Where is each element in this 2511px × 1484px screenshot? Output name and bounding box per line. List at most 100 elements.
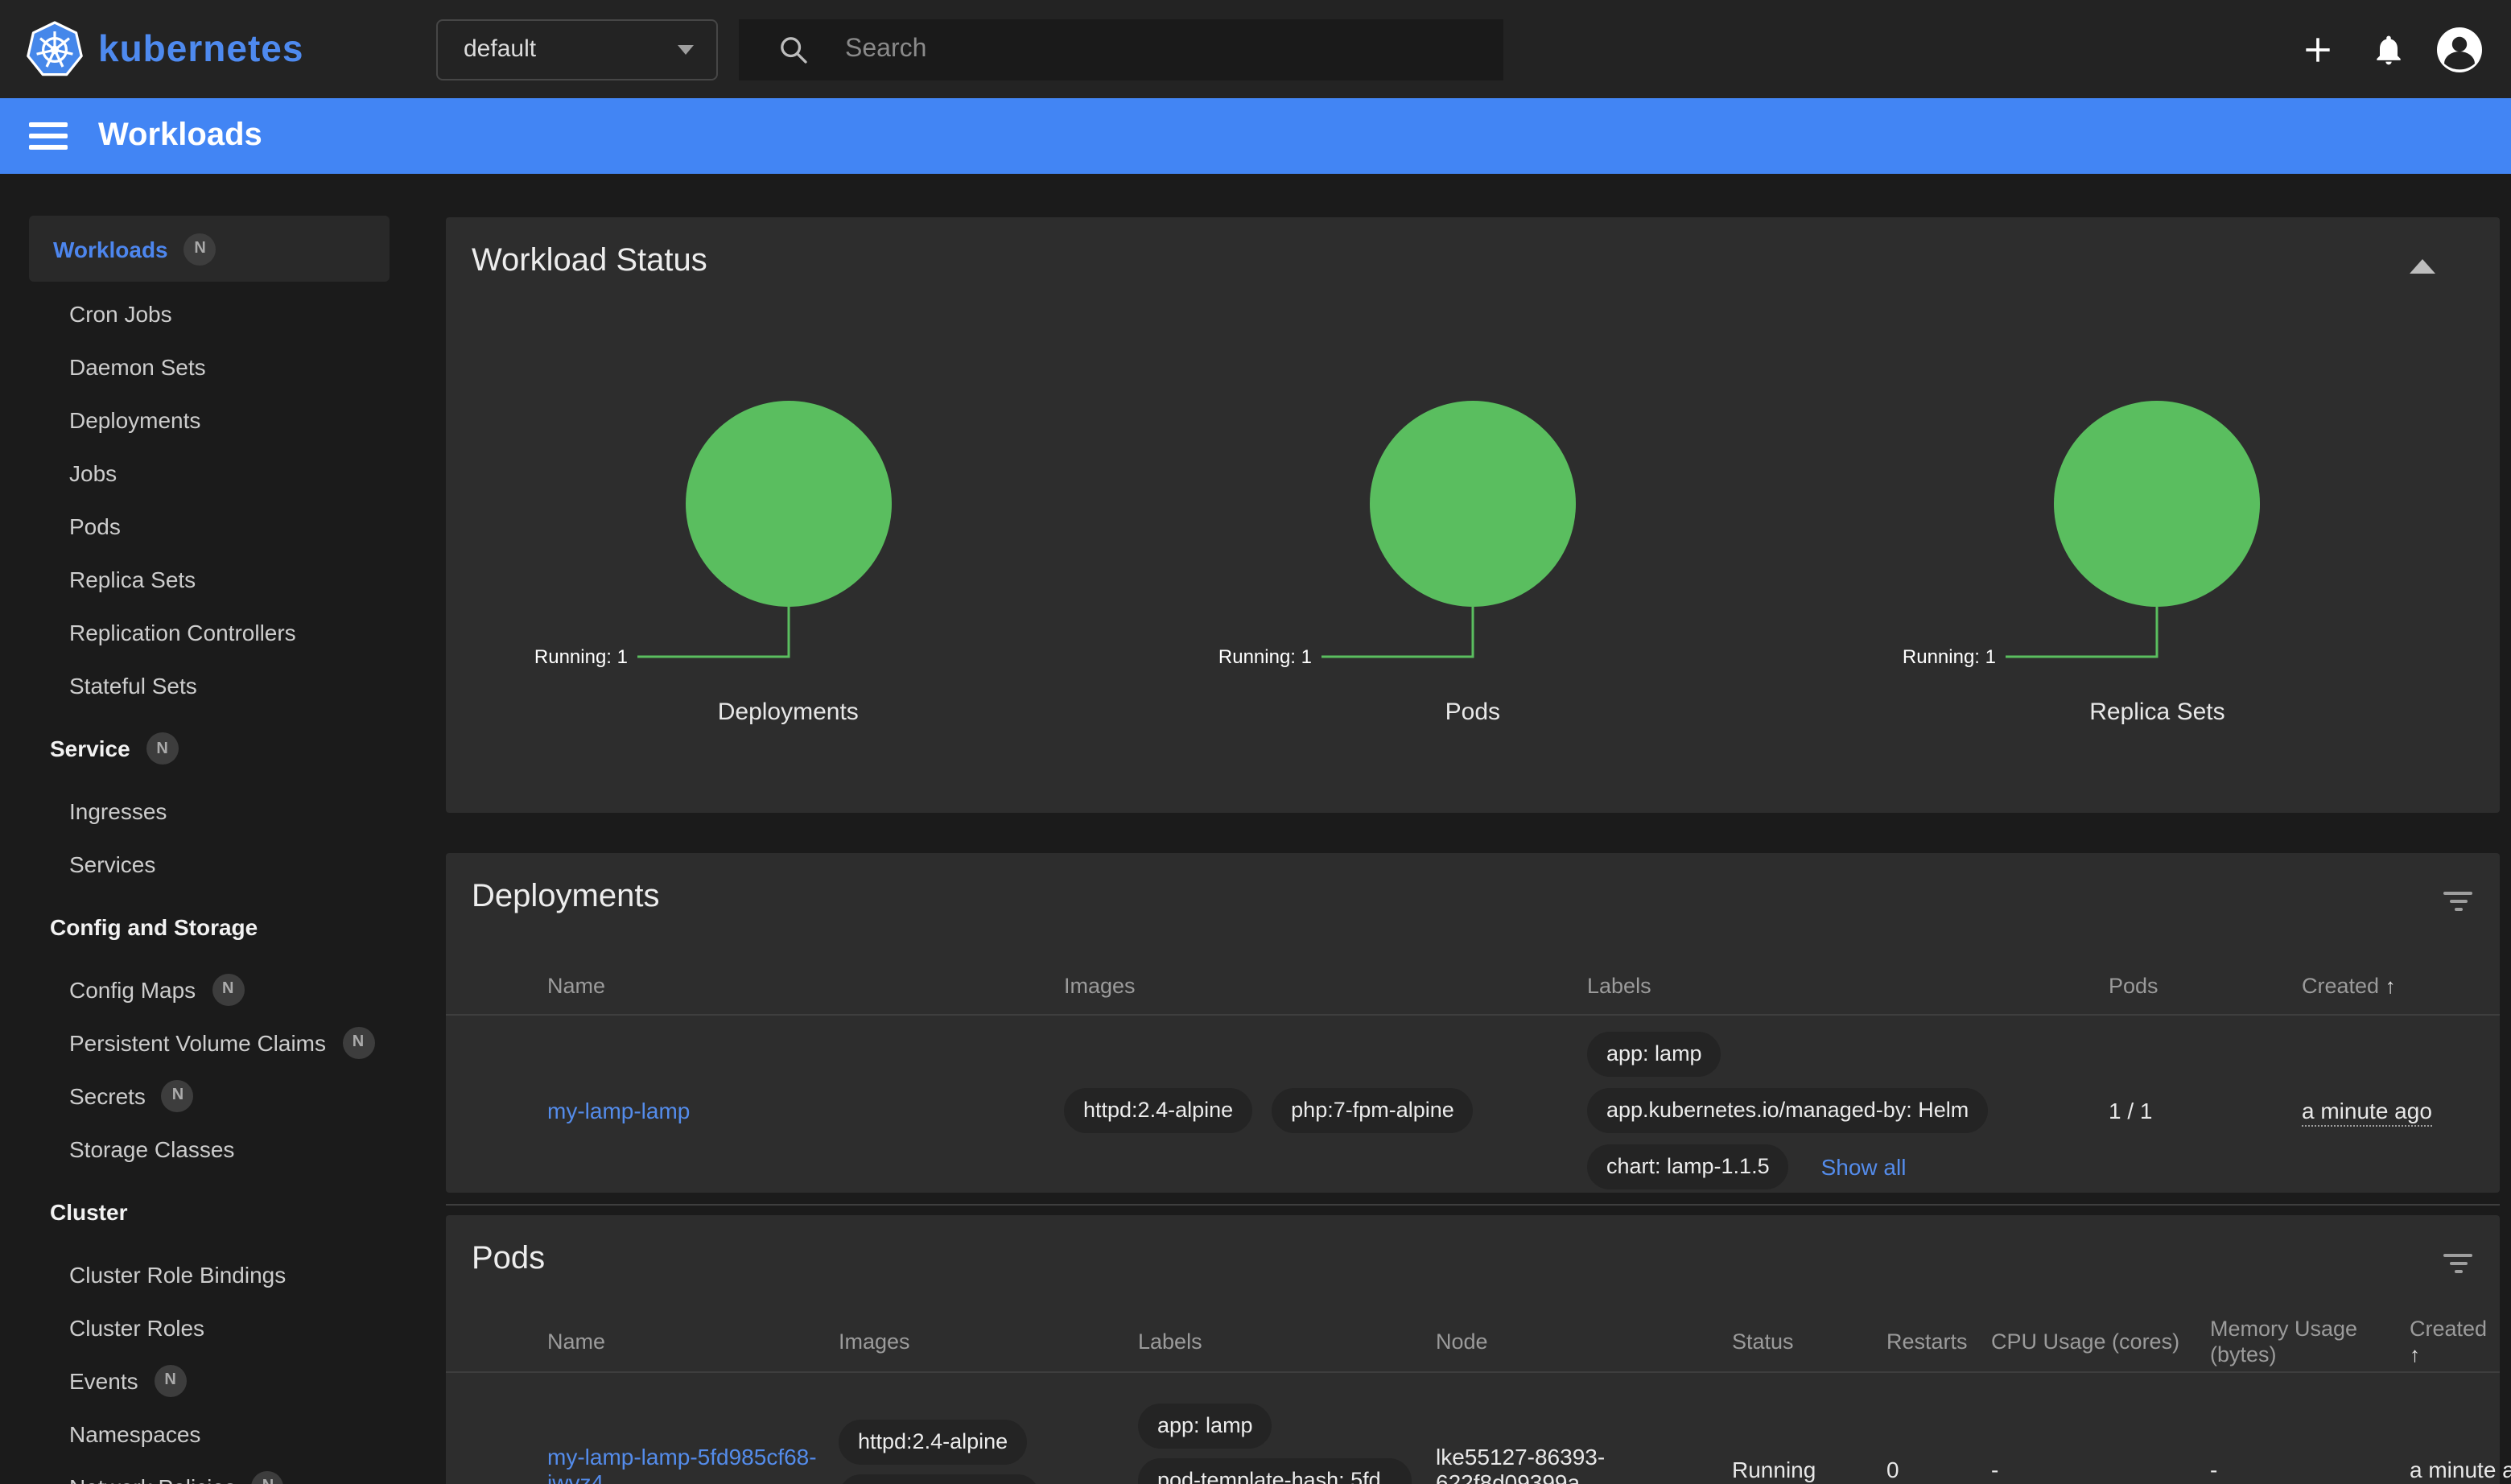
sidebar-item-stateful-sets[interactable]: Stateful Sets — [0, 658, 418, 711]
label-chip: app.kubernetes.io/managed-by: Helm — [1587, 1087, 1988, 1132]
search-bar — [739, 19, 1503, 80]
namespaced-badge: N — [252, 1470, 284, 1484]
namespace-value: default — [438, 35, 678, 63]
sidebar-item-config-maps[interactable]: Config Maps N — [0, 963, 418, 1016]
sidebar-item-daemon-sets[interactable]: Daemon Sets — [0, 340, 418, 393]
column-labels: Labels — [1138, 1329, 1436, 1354]
created-cell: a minute ago — [2410, 1457, 2474, 1482]
sidebar-item-jobs[interactable]: Jobs — [0, 446, 418, 499]
filter-icon[interactable] — [2442, 888, 2474, 914]
column-cpu-usage: CPU Usage (cores) — [1991, 1329, 2210, 1354]
namespaced-badge: N — [342, 1026, 374, 1058]
deployment-link[interactable]: my-lamp-lamp — [547, 1097, 690, 1123]
kubernetes-dashboard: kubernetes default — [0, 0, 2511, 1484]
sort-asc-icon: ↑ — [2410, 1342, 2420, 1366]
label-chip: app: lamp — [1138, 1404, 1272, 1449]
column-created[interactable]: Created ↑ — [2302, 973, 2474, 999]
sidebar-item-replica-sets[interactable]: Replica Sets — [0, 552, 418, 605]
workload-status-card: Workload Status Running: 1 Deployments — [446, 217, 2500, 813]
logo[interactable]: kubernetes — [0, 20, 418, 78]
column-pods: Pods — [2109, 973, 2302, 999]
sidebar-item-workloads[interactable]: Workloads N — [29, 216, 390, 282]
sidebar-nav: Workloads N Cron Jobs Daemon Sets Deploy… — [0, 174, 418, 1484]
sidebar-item-secrets[interactable]: Secrets N — [0, 1069, 418, 1122]
pods-cell: 1 / 1 — [2109, 1097, 2302, 1123]
sidebar-item-replication-controllers[interactable]: Replication Controllers — [0, 605, 418, 658]
namespaced-badge: N — [212, 973, 244, 1005]
menu-icon[interactable] — [29, 116, 68, 156]
column-name[interactable]: Name — [547, 1329, 839, 1354]
restarts-cell: 0 — [1886, 1457, 1991, 1482]
deployments-card-title: Deployments — [446, 853, 2500, 916]
pods-card: Pods Name Images Labels Node Status Rest… — [446, 1215, 2500, 1484]
namespace-selector[interactable]: default — [436, 19, 718, 80]
pie-slice-running — [1370, 401, 1576, 607]
pie-slice-running — [685, 401, 891, 607]
sidebar-section-cluster[interactable]: Cluster — [0, 1180, 418, 1244]
create-resource-button[interactable] — [2282, 14, 2353, 85]
sidebar-item-cron-jobs[interactable]: Cron Jobs — [0, 286, 418, 340]
sidebar-section-config-and-storage[interactable]: Config and Storage — [0, 895, 418, 959]
table-row: my-lamp-lamp httpd:2.4-alpine php:7-fpm-… — [446, 1016, 2500, 1206]
sidebar-item-namespaces[interactable]: Namespaces — [0, 1407, 418, 1460]
sidebar-item-deployments[interactable]: Deployments — [0, 393, 418, 446]
labels-cell: app: lamp app.kubernetes.io/managed-by: … — [1587, 1031, 2109, 1189]
filter-icon[interactable] — [2442, 1251, 2474, 1276]
chevron-down-icon — [678, 44, 694, 54]
column-images: Images — [1064, 973, 1587, 999]
column-created[interactable]: Created ↑ — [2410, 1316, 2500, 1367]
chevron-up-icon — [2410, 258, 2435, 273]
sidebar-item-services[interactable]: Services — [0, 837, 418, 890]
namespaced-badge: N — [146, 732, 179, 765]
user-menu-button[interactable] — [2424, 14, 2495, 85]
sidebar-item-cluster-roles[interactable]: Cluster Roles — [0, 1301, 418, 1354]
sidebar-item-events[interactable]: Events N — [0, 1354, 418, 1407]
pods-table-header: Name Images Labels Node Status Restarts … — [446, 1312, 2500, 1373]
page-title: Workloads — [98, 117, 262, 155]
label-chip: pod-template-hash: 5fd985cf68 — [1138, 1458, 1412, 1484]
sidebar-item-network-policies[interactable]: Network Policies N — [0, 1460, 418, 1484]
collapse-card-button[interactable] — [2410, 256, 2435, 275]
images-cell: httpd:2.4-alpine php:7-fpm-alpine — [839, 1420, 1138, 1484]
plus-icon — [2300, 31, 2336, 67]
sidebar-item-cluster-role-bindings[interactable]: Cluster Role Bindings — [0, 1247, 418, 1301]
pie-label: Running: 1 — [534, 646, 627, 668]
namespaced-badge: N — [155, 1364, 187, 1396]
search-input[interactable] — [842, 33, 1503, 65]
bell-icon — [2371, 31, 2406, 67]
logo-wordmark: kubernetes — [98, 27, 303, 71]
pie-label: Running: 1 — [1218, 646, 1312, 668]
sort-asc-icon: ↑ — [2385, 973, 2396, 997]
deployments-card: Deployments Name Images Labels Pods Crea… — [446, 853, 2500, 1193]
account-avatar-icon — [2435, 25, 2484, 73]
created-cell: a minute ago — [2302, 1097, 2474, 1123]
memory-usage-cell: - — [2210, 1457, 2410, 1482]
sidebar-item-service[interactable]: Service N — [0, 716, 418, 781]
header-actions — [2282, 14, 2495, 85]
leader-line — [1321, 607, 1473, 657]
pod-link[interactable]: my-lamp-lamp-5fd985cf68-jwvz4 — [547, 1444, 821, 1484]
status-text-cell: Running — [1732, 1457, 1886, 1482]
leader-line — [637, 607, 788, 657]
column-restarts: Restarts — [1886, 1329, 1991, 1354]
show-all-link[interactable]: Show all — [1821, 1153, 1907, 1179]
top-header: kubernetes default — [0, 0, 2511, 98]
image-chip: httpd:2.4-alpine — [1064, 1087, 1252, 1132]
column-labels: Labels — [1587, 973, 2109, 999]
app-bar: Workloads — [0, 98, 2511, 174]
sidebar-item-ingresses[interactable]: Ingresses — [0, 784, 418, 837]
sidebar-item-storage-classes[interactable]: Storage Classes — [0, 1122, 418, 1175]
namespaced-badge: N — [162, 1079, 194, 1111]
sidebar-item-persistent-volume-claims[interactable]: Persistent Volume Claims N — [0, 1016, 418, 1069]
notifications-button[interactable] — [2353, 14, 2424, 85]
column-images: Images — [839, 1329, 1138, 1354]
chart-title: Replica Sets — [1815, 699, 2500, 726]
label-chip: chart: lamp-1.1.5 — [1587, 1144, 1789, 1189]
sidebar-item-pods[interactable]: Pods — [0, 499, 418, 552]
column-status: Status — [1732, 1329, 1886, 1354]
kubernetes-logo-icon — [26, 20, 84, 78]
leader-line — [2006, 607, 2157, 657]
images-cell: httpd:2.4-alpine php:7-fpm-alpine — [1064, 1087, 1587, 1132]
cpu-usage-cell: - — [1991, 1457, 2210, 1482]
column-name[interactable]: Name — [547, 973, 1064, 999]
